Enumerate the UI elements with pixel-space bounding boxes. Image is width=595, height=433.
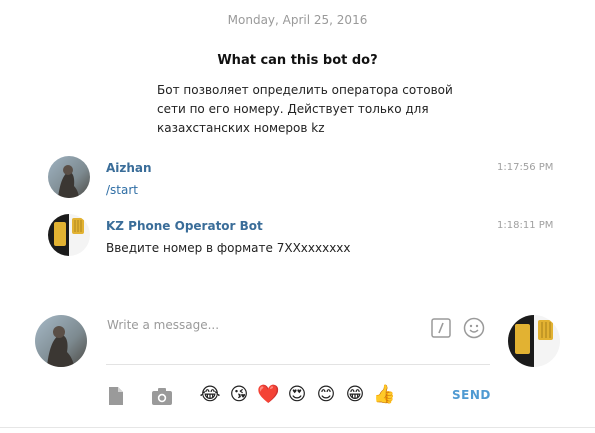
bottom-divider	[0, 427, 595, 428]
emoji-grin[interactable]: 😁	[344, 385, 366, 405]
slash-command-icon[interactable]	[431, 318, 451, 338]
emoji-kiss[interactable]: 😘	[228, 385, 250, 405]
emoji-heart-eyes[interactable]: 😍	[286, 385, 308, 405]
message-timestamp: 1:17:56 PM	[497, 162, 554, 173]
bot-info-title: What can this bot do?	[217, 53, 378, 68]
emoji-tears-of-joy[interactable]: 😂	[199, 385, 221, 405]
message-sender-name[interactable]: KZ Phone Operator Bot	[106, 219, 263, 233]
user-avatar[interactable]	[48, 156, 90, 198]
bot-info-description: Бот позволяет определить оператора сотов…	[157, 83, 453, 135]
my-avatar[interactable]	[35, 315, 87, 367]
bot-avatar-large[interactable]	[508, 315, 560, 367]
message-text: Введите номер в формате 7XXxxxxxxx	[106, 241, 351, 255]
emoji-smile[interactable]: 😊	[315, 385, 337, 405]
composer-divider	[106, 364, 490, 365]
message-sender-name[interactable]: Aizhan	[106, 161, 152, 175]
message-text-command[interactable]: /start	[106, 183, 138, 197]
emoji-thumbs-up[interactable]: 👍	[373, 385, 395, 405]
emoji-icon[interactable]	[463, 317, 485, 339]
date-separator: Monday, April 25, 2016	[227, 13, 368, 27]
message-input[interactable]: Write a message...	[107, 318, 219, 332]
bot-avatar[interactable]	[48, 214, 90, 256]
send-button[interactable]: SEND	[452, 388, 491, 402]
message-timestamp: 1:18:11 PM	[497, 220, 554, 231]
emoji-heart[interactable]: ❤️	[257, 385, 279, 405]
attach-file-icon[interactable]	[106, 386, 126, 406]
camera-icon[interactable]	[151, 386, 173, 406]
